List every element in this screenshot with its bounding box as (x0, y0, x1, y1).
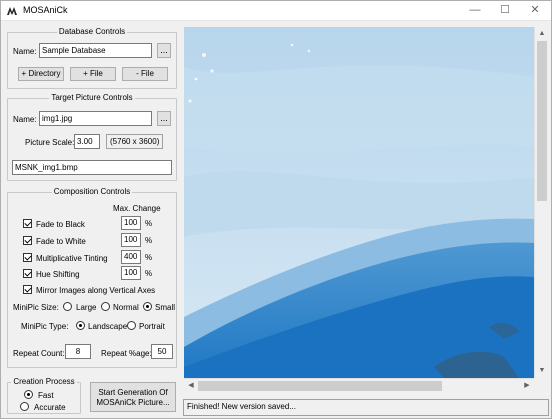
picture-scale-input[interactable]: 3.00 (74, 134, 100, 149)
scroll-up-icon[interactable]: ▲ (535, 27, 549, 41)
multiplicative-tinting-input[interactable]: 400 (121, 250, 141, 264)
type-landscape-label: Landscape (88, 322, 128, 331)
scroll-left-icon[interactable]: ◀ (184, 379, 198, 393)
accurate-radio[interactable] (20, 402, 29, 411)
start-generation-line1: Start Generation Of (98, 388, 168, 397)
target-name-label: Name: (13, 115, 37, 124)
add-directory-button[interactable]: + Directory (18, 67, 64, 81)
accurate-label: Accurate (34, 403, 66, 412)
database-name-label: Name: (13, 47, 37, 56)
repeat-percentage-input[interactable]: 50 (151, 344, 173, 359)
status-bar: Finished! New version saved... (183, 399, 549, 416)
fast-radio[interactable] (24, 390, 33, 399)
database-controls-title: Database Controls (56, 27, 128, 36)
horizontal-scrollbar[interactable]: ◀ ▶ (184, 378, 534, 392)
maximize-button[interactable]: ☐ (490, 1, 520, 21)
creation-process-title: Creation Process (11, 377, 77, 386)
type-portrait-label: Portrait (139, 322, 165, 331)
add-file-button[interactable]: + File (70, 67, 116, 81)
size-large-radio[interactable] (63, 302, 72, 311)
main-window: MOSAniCk — ☐ ✕ Database Controls Name: S… (0, 0, 552, 419)
fast-label: Fast (38, 391, 54, 400)
hue-shifting-unit: % (145, 269, 153, 278)
hue-shifting-checkbox[interactable] (23, 269, 32, 278)
fade-to-black-checkbox[interactable] (23, 219, 32, 228)
picture-scale-label: Picture Scale: (25, 138, 75, 147)
hue-shifting-label: Hue Shifting (36, 270, 80, 279)
type-landscape-radio[interactable] (76, 321, 85, 330)
horizontal-scroll-thumb[interactable] (198, 381, 442, 391)
type-portrait-radio[interactable] (127, 321, 136, 330)
window-title: MOSAniCk (23, 5, 68, 15)
minimize-button[interactable]: — (460, 1, 490, 21)
database-browse-button[interactable]: ... (157, 43, 171, 58)
picture-dimensions: (5760 x 3600) (106, 134, 163, 149)
output-filename-input[interactable]: MSNK_img1.bmp (12, 160, 172, 175)
composition-controls-title: Composition Controls (51, 187, 133, 196)
target-name-input[interactable]: img1.jpg (39, 111, 152, 126)
max-change-label: Max. Change (113, 204, 161, 213)
scroll-right-icon[interactable]: ▶ (520, 379, 534, 393)
close-button[interactable]: ✕ (520, 1, 550, 21)
multiplicative-tinting-checkbox[interactable] (23, 253, 32, 262)
hue-shifting-input[interactable]: 100 (121, 266, 141, 280)
fade-to-white-label: Fade to White (36, 237, 86, 246)
size-normal-radio[interactable] (101, 302, 110, 311)
start-generation-line2: MOSAniCk Picture... (96, 398, 170, 407)
size-small-label: Small (155, 303, 176, 312)
repeat-count-label: Repeat Count: (13, 349, 65, 358)
repeat-count-input[interactable]: 8 (65, 344, 91, 359)
start-generation-button[interactable]: Start Generation Of MOSAniCk Picture... (90, 382, 176, 412)
app-logo-icon (7, 7, 17, 15)
database-name-input[interactable]: Sample Database (39, 43, 152, 58)
vertical-scroll-thumb[interactable] (537, 41, 547, 201)
ocean-wave-picture (184, 27, 534, 378)
fade-to-black-unit: % (145, 219, 153, 228)
multiplicative-tinting-label: Multiplicative Tinting (36, 254, 108, 263)
title-bar: MOSAniCk — ☐ ✕ (1, 1, 551, 21)
repeat-percentage-label: Repeat %age: (101, 349, 152, 358)
vertical-scrollbar[interactable]: ▲ ▼ (534, 27, 548, 378)
fade-to-white-checkbox[interactable] (23, 236, 32, 245)
fade-to-black-input[interactable]: 100 (121, 216, 141, 230)
size-normal-label: Normal (113, 303, 139, 312)
fade-to-white-input[interactable]: 100 (121, 233, 141, 247)
minipic-type-label: MiniPic Type: (21, 322, 69, 331)
size-large-label: Large (76, 303, 97, 312)
minipic-size-label: MiniPic Size: (13, 303, 59, 312)
multiplicative-tinting-unit: % (145, 253, 153, 262)
scroll-down-icon[interactable]: ▼ (535, 364, 549, 378)
target-browse-button[interactable]: ... (157, 111, 171, 126)
mirror-images-label: Mirror Images along Vertical Axes (36, 286, 156, 295)
target-picture-title: Target Picture Controls (49, 93, 135, 102)
size-small-radio[interactable] (143, 302, 152, 311)
fade-to-black-label: Fade to Black (36, 220, 85, 229)
remove-file-button[interactable]: - File (122, 67, 168, 81)
fade-to-white-unit: % (145, 236, 153, 245)
mosaic-preview-image[interactable] (184, 27, 534, 378)
mirror-images-checkbox[interactable] (23, 285, 32, 294)
